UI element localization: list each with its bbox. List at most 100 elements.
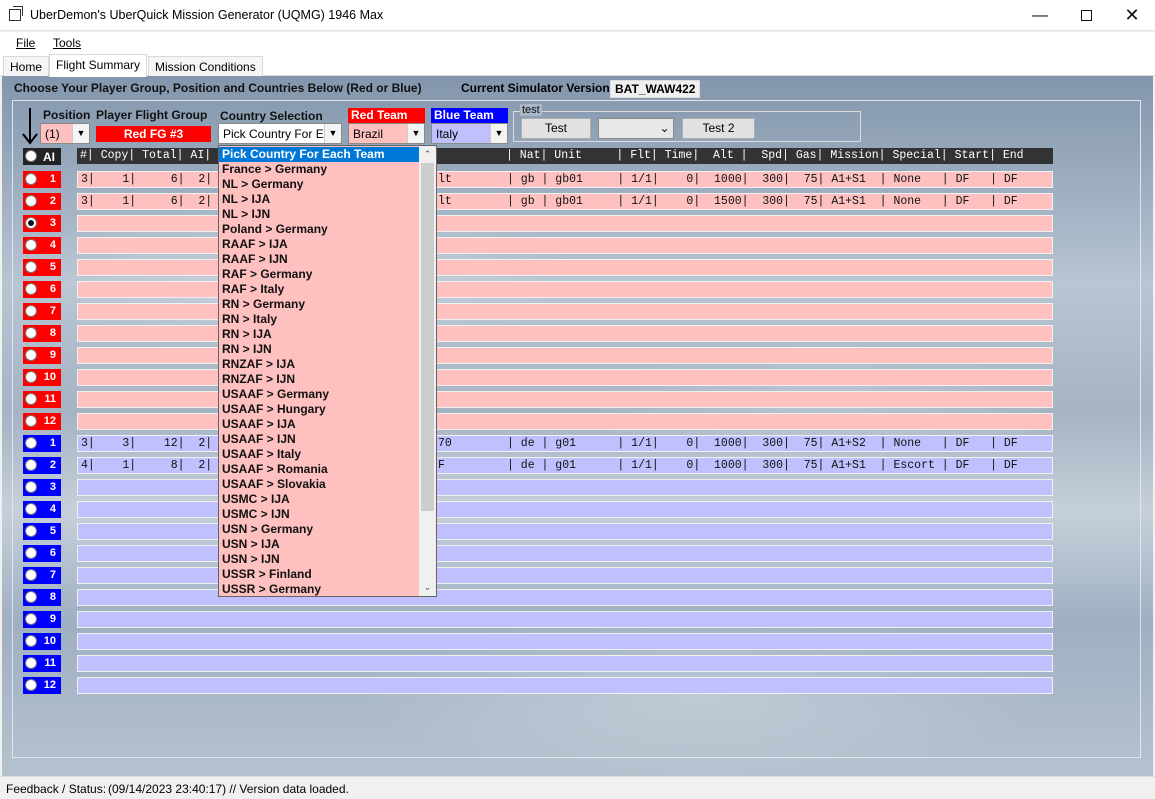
- blue-row-tag[interactable]: 1: [23, 435, 61, 452]
- dropdown-option[interactable]: USSR > Finland: [219, 567, 421, 582]
- red-row-radio[interactable]: [25, 261, 37, 273]
- red-row-tag[interactable]: 10: [23, 369, 61, 386]
- scroll-up-icon[interactable]: ⌃: [419, 146, 436, 163]
- blue-row-radio[interactable]: [25, 481, 37, 493]
- dropdown-option[interactable]: RN > IJN: [219, 342, 421, 357]
- blue-row-radio[interactable]: [25, 591, 37, 603]
- red-row-radio[interactable]: [25, 415, 37, 427]
- ai-radio[interactable]: [25, 150, 37, 162]
- dropdown-option[interactable]: RAAF > IJA: [219, 237, 421, 252]
- position-select[interactable]: (1) ▼: [40, 123, 90, 144]
- red-row-tag[interactable]: 3: [23, 215, 61, 232]
- blue-row-radio[interactable]: [25, 525, 37, 537]
- blue-row-radio[interactable]: [25, 459, 37, 471]
- blue-row-radio[interactable]: [25, 547, 37, 559]
- blue-row-radio[interactable]: [25, 635, 37, 647]
- dropdown-option[interactable]: RN > IJA: [219, 327, 421, 342]
- blue-row-tag[interactable]: 5: [23, 523, 61, 540]
- dropdown-option[interactable]: Pick Country For Each Team: [219, 147, 421, 162]
- red-row-radio[interactable]: [25, 327, 37, 339]
- tab-flight-summary[interactable]: Flight Summary: [49, 54, 148, 77]
- blue-row-radio[interactable]: [25, 613, 37, 625]
- dropdown-option[interactable]: RAF > Italy: [219, 282, 421, 297]
- dropdown-option[interactable]: USN > IJA: [219, 537, 421, 552]
- red-row-tag[interactable]: 12: [23, 413, 61, 430]
- menu-file[interactable]: File: [16, 36, 35, 50]
- blue-row-tag[interactable]: 10: [23, 633, 61, 650]
- dropdown-scrollbar[interactable]: ⌃ ⌄: [419, 146, 436, 596]
- blue-row-tag[interactable]: 2: [23, 457, 61, 474]
- dropdown-option[interactable]: Poland > Germany: [219, 222, 421, 237]
- red-row-tag[interactable]: 9: [23, 347, 61, 364]
- scroll-thumb[interactable]: [421, 163, 434, 511]
- dropdown-option[interactable]: NL > IJN: [219, 207, 421, 222]
- country-select[interactable]: Pick Country For E ▼: [218, 123, 342, 144]
- table-row[interactable]: [77, 633, 1053, 650]
- minimize-button[interactable]: —: [1017, 0, 1063, 31]
- dropdown-option[interactable]: USN > IJN: [219, 552, 421, 567]
- dropdown-option[interactable]: USAAF > Germany: [219, 387, 421, 402]
- menu-tools[interactable]: Tools: [53, 36, 81, 50]
- blue-row-radio[interactable]: [25, 569, 37, 581]
- dropdown-option[interactable]: USAAF > Italy: [219, 447, 421, 462]
- dropdown-option[interactable]: NL > IJA: [219, 192, 421, 207]
- maximize-button[interactable]: [1063, 0, 1109, 31]
- table-row[interactable]: [77, 611, 1053, 628]
- dropdown-option[interactable]: USSR > Germany: [219, 582, 421, 596]
- red-row-radio[interactable]: [25, 195, 37, 207]
- table-row[interactable]: [77, 655, 1053, 672]
- blue-row-radio[interactable]: [25, 503, 37, 515]
- red-row-tag[interactable]: 2: [23, 193, 61, 210]
- test-select[interactable]: ⌄: [598, 118, 674, 139]
- dropdown-option[interactable]: RN > Germany: [219, 297, 421, 312]
- dropdown-option[interactable]: USAAF > IJA: [219, 417, 421, 432]
- dropdown-option[interactable]: RAAF > IJN: [219, 252, 421, 267]
- dropdown-option[interactable]: USAAF > IJN: [219, 432, 421, 447]
- blue-row-tag[interactable]: 11: [23, 655, 61, 672]
- table-row[interactable]: [77, 677, 1053, 694]
- blue-row-radio[interactable]: [25, 437, 37, 449]
- red-row-radio[interactable]: [25, 283, 37, 295]
- test2-button[interactable]: Test 2: [682, 118, 755, 139]
- close-button[interactable]: ✕: [1109, 0, 1155, 31]
- blue-row-tag[interactable]: 8: [23, 589, 61, 606]
- dropdown-option[interactable]: RAF > Germany: [219, 267, 421, 282]
- red-row-radio[interactable]: [25, 371, 37, 383]
- dropdown-option[interactable]: France > Germany: [219, 162, 421, 177]
- blue-row-radio[interactable]: [25, 657, 37, 669]
- dropdown-option[interactable]: USMC > IJA: [219, 492, 421, 507]
- tab-mission-conditions[interactable]: Mission Conditions: [148, 56, 263, 76]
- blue-team-select[interactable]: Italy ▼: [431, 123, 508, 144]
- red-row-radio[interactable]: [25, 173, 37, 185]
- red-row-radio[interactable]: [25, 239, 37, 251]
- blue-row-tag[interactable]: 4: [23, 501, 61, 518]
- dropdown-option[interactable]: USAAF > Slovakia: [219, 477, 421, 492]
- dropdown-option[interactable]: RNZAF > IJA: [219, 357, 421, 372]
- red-row-tag[interactable]: 7: [23, 303, 61, 320]
- red-row-tag[interactable]: 1: [23, 171, 61, 188]
- dropdown-option[interactable]: NL > Germany: [219, 177, 421, 192]
- scroll-down-icon[interactable]: ⌄: [419, 579, 436, 596]
- red-row-radio[interactable]: [25, 305, 37, 317]
- tab-home[interactable]: Home: [3, 56, 50, 76]
- dropdown-option[interactable]: RNZAF > IJN: [219, 372, 421, 387]
- blue-row-tag[interactable]: 3: [23, 479, 61, 496]
- blue-row-radio[interactable]: [25, 679, 37, 691]
- red-row-tag[interactable]: 4: [23, 237, 61, 254]
- dropdown-option[interactable]: USMC > IJN: [219, 507, 421, 522]
- red-row-tag[interactable]: 6: [23, 281, 61, 298]
- test-button[interactable]: Test: [521, 118, 591, 139]
- red-row-tag[interactable]: 8: [23, 325, 61, 342]
- red-team-select[interactable]: Brazil ▼: [348, 123, 425, 144]
- dropdown-option[interactable]: USAAF > Hungary: [219, 402, 421, 417]
- blue-row-tag[interactable]: 12: [23, 677, 61, 694]
- red-row-radio[interactable]: [25, 349, 37, 361]
- blue-row-tag[interactable]: 9: [23, 611, 61, 628]
- red-row-tag[interactable]: 11: [23, 391, 61, 408]
- red-row-radio[interactable]: [25, 217, 37, 229]
- dropdown-option[interactable]: USN > Germany: [219, 522, 421, 537]
- dropdown-option[interactable]: RN > Italy: [219, 312, 421, 327]
- red-row-tag[interactable]: 5: [23, 259, 61, 276]
- dropdown-option[interactable]: USAAF > Romania: [219, 462, 421, 477]
- blue-row-tag[interactable]: 6: [23, 545, 61, 562]
